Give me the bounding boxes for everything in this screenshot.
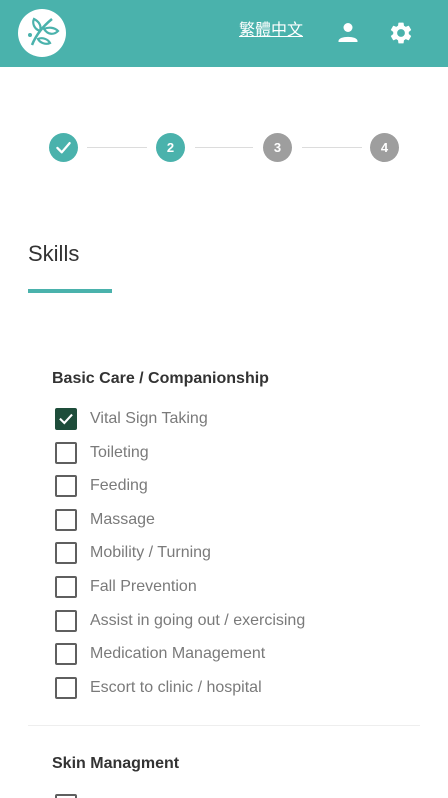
group-title-skin-management: Skin Managment [52,755,180,772]
checkbox-row-escort-clinic[interactable]: Escort to clinic / hospital [55,677,375,699]
checkbox-row-mobility-turning[interactable]: Mobility / Turning [55,542,375,564]
title-underline [28,289,112,293]
step-connector [302,147,362,148]
step-connector [195,147,253,148]
user-icon[interactable] [336,20,360,44]
checkbox-row-massage[interactable]: Massage [55,509,375,531]
gear-icon[interactable] [388,20,414,46]
page-title: Skills [28,241,80,266]
checkbox[interactable] [55,610,77,632]
checkbox-label: Escort to clinic / hospital [90,679,262,696]
step-4[interactable]: 4 [370,133,399,162]
checkbox-label: Feeding [90,477,148,494]
checkbox-row-fall-prevention[interactable]: Fall Prevention [55,576,375,598]
checkbox-label: Assist in going out / exercising [90,612,306,629]
checkbox[interactable] [55,643,77,665]
checkbox-label: Massage [90,511,155,528]
checkbox-label: Medication Management [90,645,266,662]
language-switch-link[interactable]: 繁體中文 [239,21,303,41]
app-header: 繁體中文 [0,0,448,67]
section-divider [28,725,420,726]
checkbox[interactable] [55,542,77,564]
step-2[interactable]: 2 [156,133,185,162]
checkbox-checked[interactable] [55,408,77,430]
checkbox[interactable] [55,442,77,464]
step-3[interactable]: 3 [263,133,292,162]
checkbox[interactable] [55,475,77,497]
checkbox-label: Mobility / Turning [90,544,211,561]
checkbox-row-toileting[interactable]: Toileting [55,442,375,464]
checkbox-row-skin-first[interactable] [55,794,375,798]
checkbox-row-feeding[interactable]: Feeding [55,475,375,497]
checkbox[interactable] [55,677,77,699]
checkbox-label: Toileting [90,444,149,461]
leaf-logo-icon [28,17,60,46]
checkbox-label: Vital Sign Taking [90,410,208,427]
step-1-complete[interactable] [49,133,78,162]
check-icon [56,141,71,154]
checkbox[interactable] [55,576,77,598]
step-connector [87,147,147,148]
checkbox-row-medication-management[interactable]: Medication Management [55,643,375,665]
progress-stepper: 2 3 4 [0,132,448,164]
checkbox-label: Fall Prevention [90,578,197,595]
checkbox[interactable] [55,509,77,531]
checkbox[interactable] [55,794,77,798]
checkbox-row-vital-sign-taking[interactable]: Vital Sign Taking [55,408,375,430]
group-title-basic-care: Basic Care / Companionship [52,370,269,387]
logo[interactable] [18,9,66,57]
check-icon [59,413,73,425]
checkbox-row-assist-going-out[interactable]: Assist in going out / exercising [55,610,375,632]
